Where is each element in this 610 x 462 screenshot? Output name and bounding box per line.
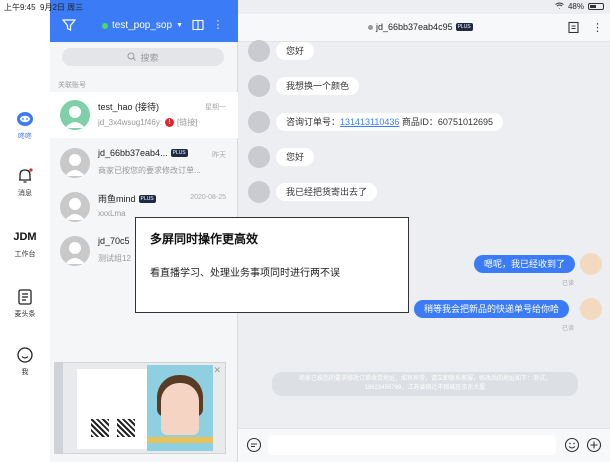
shop-name: test_pop_sop bbox=[112, 20, 173, 31]
chat-bubble-icon bbox=[16, 110, 34, 128]
order-number-link[interactable]: 131413110436 bbox=[340, 117, 399, 127]
read-status: 已读 bbox=[562, 281, 575, 287]
status-right: 48% bbox=[555, 2, 604, 11]
presenter-image bbox=[161, 383, 199, 435]
split-view-icon[interactable] bbox=[192, 19, 204, 31]
conversation-name: 雨鱼mind PLUS bbox=[98, 194, 156, 204]
search-icon bbox=[127, 52, 137, 63]
chat-header: jd_66bb37eab4c95 PLUS ⋮ bbox=[238, 14, 610, 42]
avatar bbox=[60, 192, 90, 222]
qr-code-icon bbox=[91, 419, 109, 437]
warning-icon: ! bbox=[165, 118, 175, 127]
customer-avatar bbox=[248, 181, 270, 203]
caret-down-icon: ▼ bbox=[176, 22, 183, 29]
online-status-dot bbox=[102, 22, 108, 29]
plus-icon[interactable] bbox=[586, 437, 602, 453]
chat-input-bar bbox=[238, 428, 610, 462]
outgoing-message: 稍等我会把新品的快递单号给你哈 bbox=[414, 300, 570, 318]
agent-avatar bbox=[580, 253, 602, 275]
agent-avatar bbox=[580, 298, 602, 320]
search-input[interactable]: 搜索 bbox=[62, 48, 224, 66]
avatar bbox=[60, 100, 90, 130]
avatar bbox=[60, 236, 90, 266]
more-vertical-icon[interactable]: ⋮ bbox=[592, 21, 603, 34]
rail-item-news[interactable]: 麦头条 bbox=[0, 288, 50, 319]
message-input[interactable] bbox=[268, 435, 556, 455]
tooltip-body: 看直播学习、处理业务事项同时进行两不误 bbox=[150, 268, 340, 279]
customer-avatar bbox=[248, 111, 270, 133]
conversation-preview: jd_3x4wsug1f46y: ! [链接] bbox=[98, 118, 198, 127]
conversation-item[interactable]: test_hao (接待) 星期一 jd_3x4wsug1f46y: ! [链接… bbox=[50, 92, 238, 138]
preview-slide bbox=[77, 369, 149, 449]
screen-preview-thumbnail[interactable]: ✕ bbox=[54, 362, 226, 454]
rail-item-me[interactable]: 我 bbox=[0, 346, 50, 377]
conversation-name: test_hao (接待) bbox=[98, 102, 160, 112]
jdm-logo-icon: JDM bbox=[13, 231, 37, 243]
outgoing-message: 嗯呢，我已经收到了 bbox=[474, 255, 576, 273]
rail-item-messages[interactable]: 消息 bbox=[0, 167, 50, 198]
incoming-message: 您好 bbox=[276, 42, 315, 60]
system-note: 商家已按您的要求修改订单收货地址，如有异常，请立即联系客服，修改后的地址如下：测… bbox=[272, 372, 578, 396]
close-icon[interactable]: ✕ bbox=[213, 365, 221, 376]
conversation-time: 昨天 bbox=[212, 152, 226, 159]
search-placeholder: 搜索 bbox=[140, 52, 159, 63]
status-bar: 上午9:45 9月2日 周三 48% bbox=[0, 0, 610, 14]
incoming-message: 我已经把货寄出去了 bbox=[276, 183, 378, 201]
conversation-preview: xxxLma bbox=[98, 209, 126, 218]
emoji-icon[interactable] bbox=[564, 437, 580, 453]
incoming-message: 我想换一个颜色 bbox=[276, 77, 360, 95]
offline-status-dot bbox=[368, 24, 373, 30]
avatar bbox=[60, 148, 90, 178]
bell-icon bbox=[16, 167, 34, 185]
qr-code-icon bbox=[117, 419, 135, 437]
feature-tooltip: 多屏同时操作更高效 看直播学习、处理业务事项同时进行两不误 bbox=[135, 217, 409, 313]
plus-badge: PLUS bbox=[138, 194, 156, 203]
conversation-name: jd_70c5 bbox=[98, 236, 130, 246]
battery-level: 48% bbox=[567, 2, 584, 11]
status-time: 上午9:45 9月2日 周三 bbox=[4, 3, 84, 12]
chat-title: jd_66bb37eab4c95 PLUS bbox=[368, 22, 473, 32]
conversation-time: 星期一 bbox=[205, 104, 226, 111]
conversation-name: jd_66bb37eab4... PLUS bbox=[98, 148, 188, 158]
shop-selector[interactable]: test_pop_sop ▼ bbox=[102, 20, 183, 31]
plus-badge: PLUS bbox=[455, 23, 473, 31]
filter-icon[interactable] bbox=[61, 18, 77, 32]
section-label: 关联账号 bbox=[58, 82, 86, 89]
conversation-item[interactable]: jd_66bb37eab4... PLUS 昨天 商家已按您的要求修改订单... bbox=[50, 140, 238, 186]
clipboard-icon[interactable] bbox=[568, 21, 579, 36]
customer-avatar bbox=[248, 40, 270, 62]
plus-badge: PLUS bbox=[170, 149, 188, 157]
battery-icon bbox=[588, 3, 604, 10]
wifi-icon bbox=[555, 2, 564, 11]
customer-avatar bbox=[248, 146, 270, 168]
read-status: 已读 bbox=[562, 326, 575, 332]
more-vertical-icon[interactable]: ⋮ bbox=[212, 19, 224, 31]
video-caption-bar bbox=[147, 437, 213, 443]
news-icon bbox=[16, 288, 34, 306]
conversation-preview: 测试组12 bbox=[98, 254, 131, 263]
conversation-preview: 商家已按您的要求修改订单... bbox=[98, 166, 201, 175]
incoming-message: 您好 bbox=[276, 148, 315, 166]
rail-item-dongdong[interactable]: 咚咚 bbox=[0, 110, 50, 141]
incoming-message: 咨询订单号：131413110436 商品ID：60751012695 bbox=[276, 113, 503, 131]
preview-sidebar bbox=[55, 363, 63, 453]
rail-item-workbench[interactable]: JDM 工作台 bbox=[0, 228, 50, 259]
customer-avatar bbox=[248, 75, 270, 97]
nav-rail: 咚咚 消息 JDM 工作台 麦头条 我 bbox=[0, 0, 50, 462]
conversation-time: 2020-08-25 bbox=[190, 194, 226, 201]
quick-reply-icon[interactable] bbox=[246, 437, 262, 453]
tooltip-title: 多屏同时操作更高效 bbox=[150, 232, 259, 246]
smile-icon bbox=[16, 346, 34, 364]
